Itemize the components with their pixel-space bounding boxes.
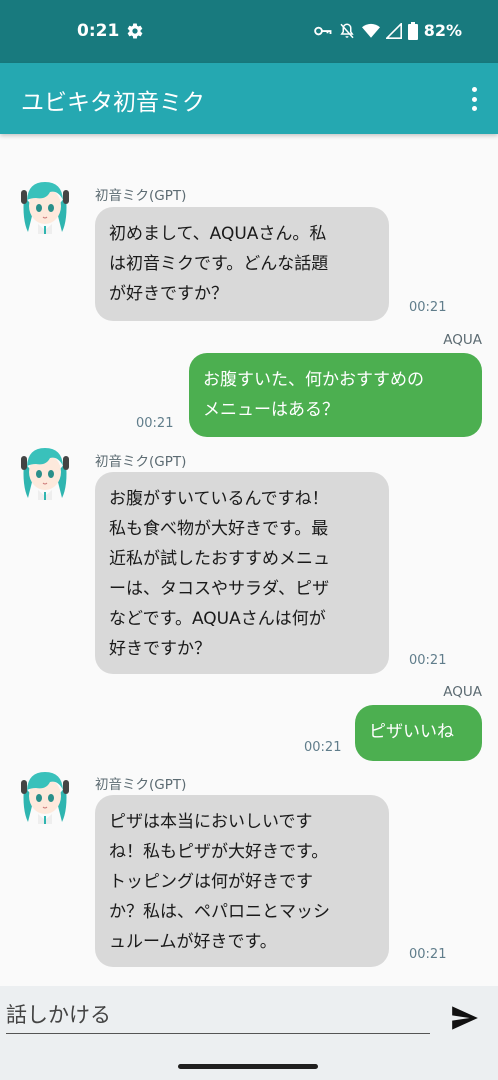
signal-icon bbox=[385, 22, 402, 39]
more-vert-icon[interactable] bbox=[468, 87, 480, 111]
chat-list[interactable]: 初音ミク(GPT) 初めまして、AQUAさん。私 は初音ミクです。どんな話題 が… bbox=[0, 134, 498, 986]
message-line: ピザいいね bbox=[369, 722, 454, 742]
sender-name: 初音ミク(GPT) bbox=[95, 454, 187, 470]
mute-icon bbox=[338, 22, 356, 40]
battery-icon bbox=[407, 21, 418, 40]
message-line: 初めまして、AQUAさん。私 bbox=[109, 224, 327, 244]
message-time: 00:21 bbox=[304, 740, 342, 755]
input-bar bbox=[0, 986, 498, 1050]
user-message-bubble[interactable]: お腹すいた、何かおすすめの メニューはある？ bbox=[189, 353, 482, 437]
message-line: などです。AQUAさんは何が bbox=[109, 609, 326, 629]
bot-message-bubble[interactable]: お腹がすいているんですね！ 私も食べ物が大好きです。最 近私が試したおすすめメニ… bbox=[95, 472, 389, 674]
sender-name: AQUA bbox=[443, 684, 482, 700]
user-message-bubble[interactable]: ピザいいね bbox=[355, 705, 482, 761]
message-line: 近私が試したおすすめメニュ bbox=[109, 549, 330, 569]
battery-percent: 82% bbox=[423, 21, 462, 40]
message-line: ね！私もピザが大好きです。 bbox=[109, 842, 329, 862]
sender-name: 初音ミク(GPT) bbox=[95, 188, 187, 204]
message-line: 好きですか？ bbox=[109, 639, 211, 659]
message-time: 00:21 bbox=[409, 947, 447, 962]
sender-name: 初音ミク(GPT) bbox=[95, 777, 187, 793]
home-gesture-handle[interactable] bbox=[178, 1064, 318, 1069]
message-line: か？私は、ペパロニとマッシ bbox=[109, 902, 330, 922]
status-time: 0:21 bbox=[77, 21, 120, 41]
bot-message-bubble[interactable]: ピザは本当においしいです ね！私もピザが大好きです。 トッピングは何が好きです … bbox=[95, 795, 389, 967]
message-line: が好きですか？ bbox=[109, 284, 228, 304]
send-icon[interactable] bbox=[448, 1003, 482, 1033]
status-bar: 0:21 82% bbox=[0, 0, 498, 63]
message-line: は初音ミクです。どんな話題 bbox=[109, 254, 329, 274]
message-input[interactable] bbox=[6, 1000, 430, 1034]
app-title: ユビキタ初音ミク bbox=[21, 90, 205, 116]
message-time: 00:21 bbox=[409, 653, 447, 668]
message-line: ュルームが好きです。 bbox=[109, 932, 277, 952]
status-icons: 82% bbox=[313, 21, 462, 40]
avatar bbox=[18, 768, 72, 828]
message-time: 00:21 bbox=[409, 300, 447, 315]
avatar bbox=[18, 444, 72, 504]
message-line: 私も食べ物が大好きです。最 bbox=[109, 519, 329, 539]
message-line: ーは、タコスやサラダ、ピザ bbox=[109, 579, 330, 599]
message-line: お腹すいた、何かおすすめの bbox=[203, 370, 424, 390]
message-line: トッピングは何が好きです bbox=[109, 872, 313, 892]
message-time: 00:21 bbox=[136, 416, 174, 431]
settings-icon bbox=[126, 22, 144, 40]
message-line: お腹がすいているんですね！ bbox=[109, 489, 329, 509]
app-bar: ユビキタ初音ミク bbox=[0, 63, 498, 134]
sender-name: AQUA bbox=[443, 332, 482, 348]
bot-message-bubble[interactable]: 初めまして、AQUAさん。私 は初音ミクです。どんな話題 が好きですか？ bbox=[95, 207, 389, 321]
message-line: ピザは本当においしいです bbox=[109, 812, 313, 832]
wifi-icon bbox=[361, 23, 380, 39]
avatar bbox=[18, 178, 72, 238]
vpn-key-icon bbox=[313, 24, 332, 38]
message-line: メニューはある？ bbox=[203, 400, 339, 420]
navigation-bar bbox=[0, 1050, 498, 1080]
